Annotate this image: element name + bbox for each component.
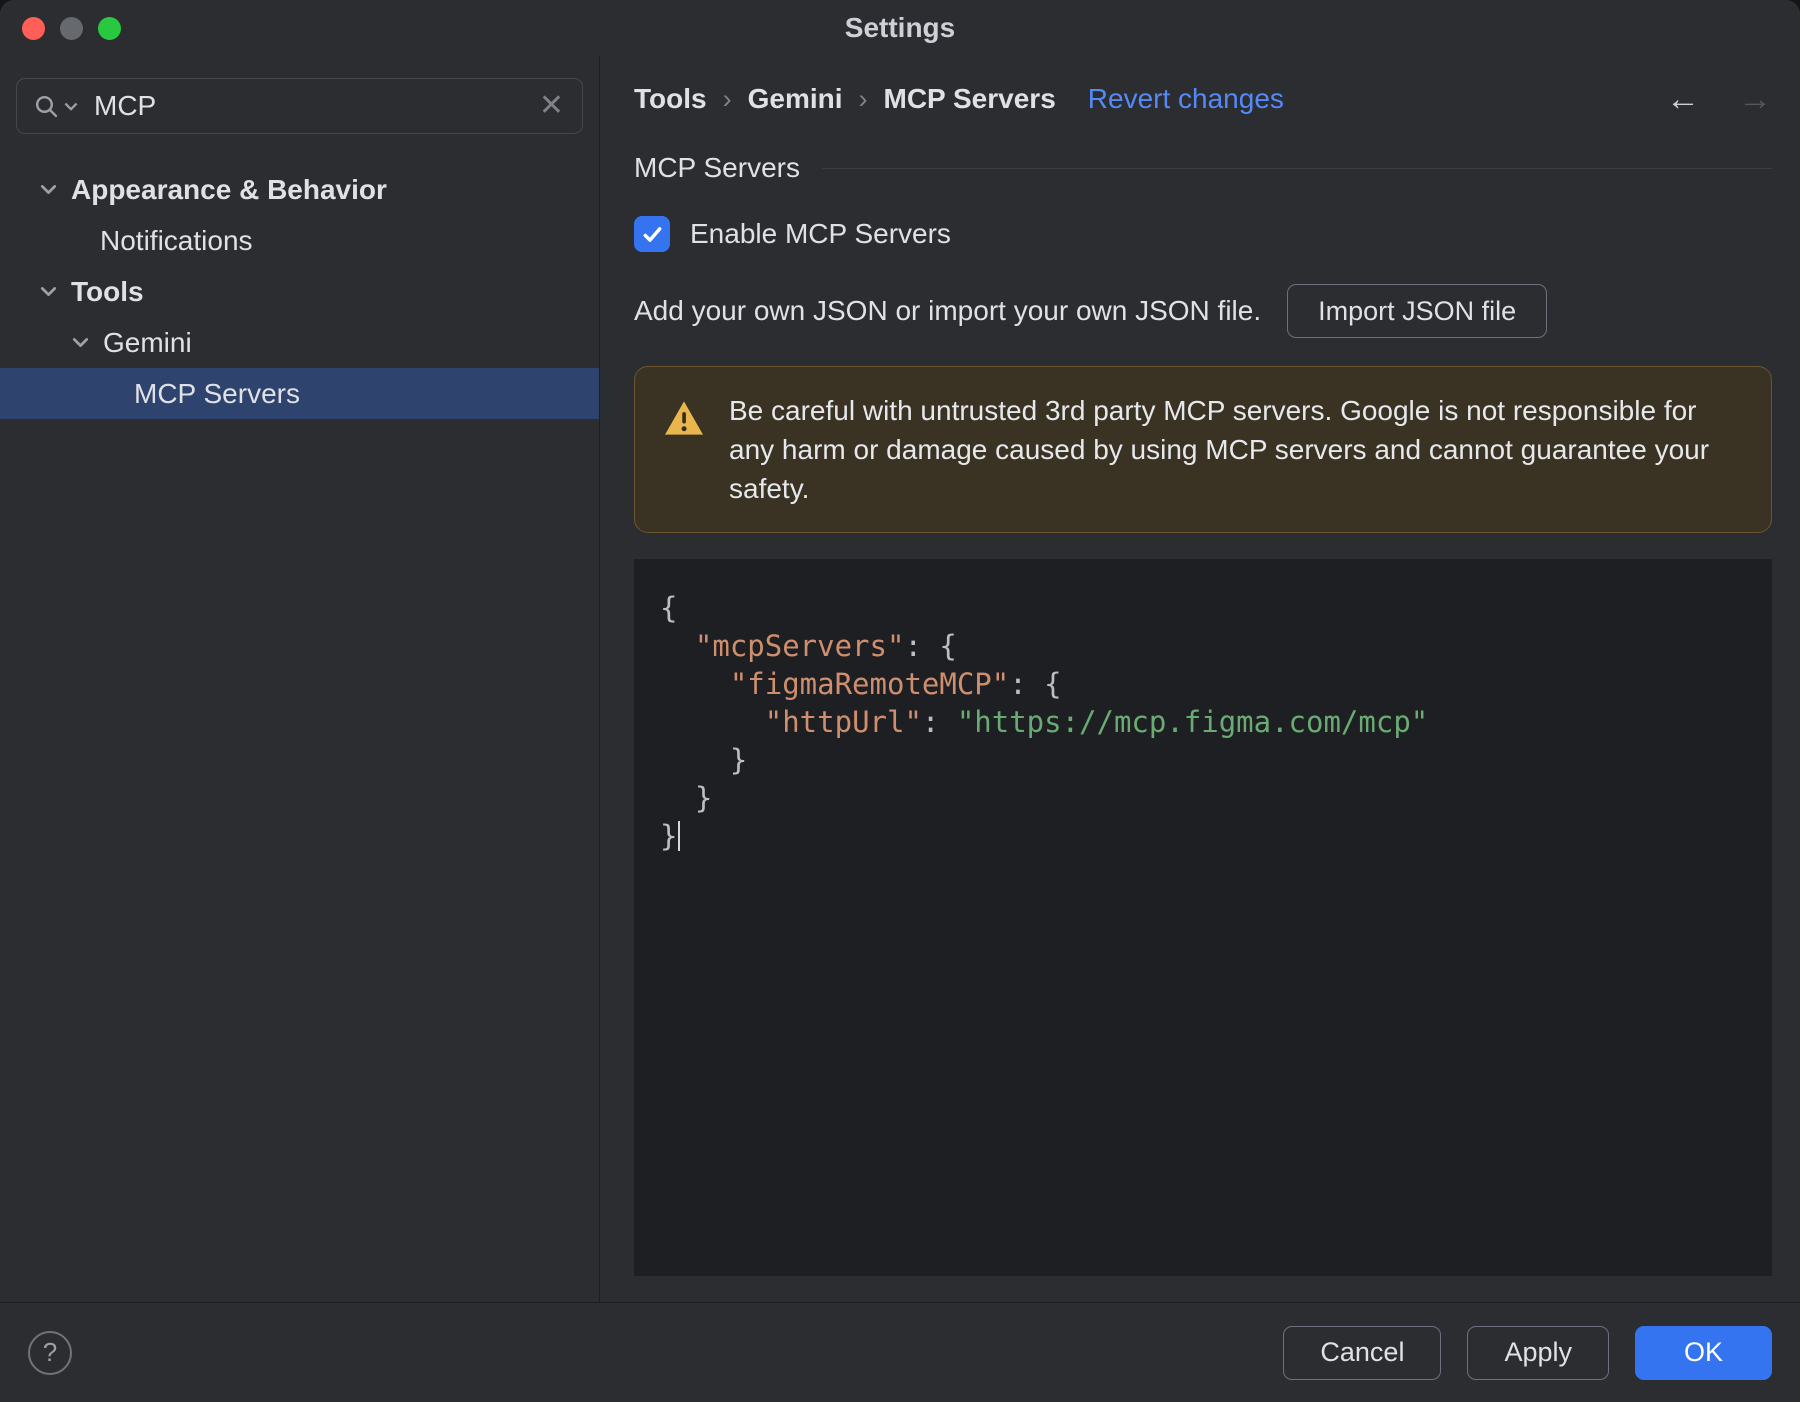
zoom-button[interactable] — [98, 16, 121, 40]
code-token: "httpUrl" — [764, 705, 922, 739]
enable-mcp-row: Enable MCP Servers — [634, 216, 1772, 252]
revert-changes-link[interactable]: Revert changes — [1088, 83, 1284, 115]
settings-tree: Appearance & Behavior Notifications Tool… — [0, 164, 599, 419]
chevron-down-icon[interactable] — [68, 330, 93, 355]
code-token: : { — [904, 629, 957, 663]
code-line: "figmaRemoteMCP": { — [660, 665, 1772, 703]
code-token: "mcpServers" — [694, 629, 905, 663]
sidebar-item-mcp-servers[interactable]: MCP Servers — [0, 368, 599, 419]
code-token: } — [660, 819, 678, 853]
search-icon[interactable] — [33, 93, 60, 120]
history-nav: ← → — [1666, 82, 1772, 116]
code-token: "figmaRemoteMCP" — [729, 667, 1010, 701]
search-field: ✕ — [16, 78, 583, 134]
titlebar: Settings — [0, 0, 1800, 56]
code-line: } — [660, 817, 1772, 855]
ok-button[interactable]: OK — [1634, 1325, 1772, 1380]
code-editor-lines: { "mcpServers": { "figmaRemoteMCP": { "h… — [660, 589, 1772, 855]
clear-search-icon[interactable]: ✕ — [537, 91, 566, 121]
search-options-chevron-icon[interactable] — [64, 101, 78, 112]
text-cursor — [678, 821, 681, 851]
breadcrumb-tools[interactable]: Tools — [634, 83, 707, 115]
cancel-button[interactable]: Cancel — [1283, 1325, 1442, 1380]
traffic-lights — [22, 0, 121, 56]
chevron-down-icon[interactable] — [36, 279, 61, 304]
sidebar-item-label: Tools — [71, 275, 144, 307]
breadcrumb-separator-icon: › — [722, 83, 732, 114]
warning-banner: Be careful with untrusted 3rd party MCP … — [634, 366, 1772, 533]
enable-mcp-label[interactable]: Enable MCP Servers — [690, 218, 951, 250]
enable-mcp-checkbox[interactable] — [634, 216, 670, 252]
code-token: } — [660, 781, 713, 815]
code-token: { — [660, 591, 678, 625]
sidebar-item-tools[interactable]: Tools — [0, 266, 599, 317]
settings-window: Settings ✕ Appearanc — [0, 0, 1800, 1402]
dialog-footer: ? Cancel Apply OK — [0, 1302, 1800, 1402]
chevron-down-icon[interactable] — [36, 177, 61, 202]
json-editor[interactable]: { "mcpServers": { "figmaRemoteMCP": { "h… — [634, 559, 1772, 1276]
code-token: "https://mcp.figma.com/mcp" — [956, 705, 1429, 739]
code-line: "mcpServers": { — [660, 627, 1772, 665]
apply-button[interactable]: Apply — [1467, 1325, 1609, 1380]
breadcrumb-mcp-servers[interactable]: MCP Servers — [884, 83, 1056, 115]
section-title: MCP Servers — [634, 152, 800, 183]
forward-arrow-icon[interactable]: → — [1738, 82, 1772, 116]
breadcrumb: Tools › Gemini › MCP Servers Revert chan… — [634, 82, 1772, 116]
sidebar-item-notifications[interactable]: Notifications — [0, 215, 599, 266]
import-row: Add your own JSON or import your own JSO… — [634, 284, 1772, 338]
code-line: } — [660, 741, 1772, 779]
sidebar-item-label: Gemini — [103, 326, 192, 358]
settings-content: Tools › Gemini › MCP Servers Revert chan… — [600, 56, 1800, 1302]
help-icon[interactable]: ? — [28, 1330, 72, 1375]
sidebar-item-appearance-behavior[interactable]: Appearance & Behavior — [0, 164, 599, 215]
code-token: : — [921, 705, 957, 739]
breadcrumb-gemini[interactable]: Gemini — [748, 83, 843, 115]
close-button[interactable] — [22, 16, 45, 40]
sidebar-item-gemini[interactable]: Gemini — [0, 317, 599, 368]
warning-text: Be careful with untrusted 3rd party MCP … — [729, 395, 1710, 504]
search-input[interactable] — [82, 90, 533, 122]
sidebar-item-label: MCP Servers — [134, 377, 300, 409]
code-token: : { — [1009, 667, 1062, 701]
code-line: { — [660, 589, 1772, 627]
checkmark-icon — [643, 226, 661, 242]
sidebar-item-label: Notifications — [100, 224, 253, 256]
warning-icon — [663, 399, 705, 508]
breadcrumb-separator-icon: › — [858, 83, 868, 114]
main-area: ✕ Appearance & Behavior Notifications To — [0, 56, 1800, 1302]
window-title: Settings — [844, 12, 956, 43]
section-divider — [821, 167, 1772, 169]
code-line: "httpUrl": "https://mcp.figma.com/mcp" — [660, 703, 1772, 741]
code-line: } — [660, 779, 1772, 817]
back-arrow-icon[interactable]: ← — [1666, 82, 1700, 116]
minimize-button[interactable] — [60, 16, 83, 40]
import-json-button[interactable]: Import JSON file — [1287, 284, 1548, 338]
sidebar: ✕ Appearance & Behavior Notifications To — [0, 56, 600, 1302]
code-token: } — [660, 743, 748, 777]
section-header: MCP Servers — [634, 152, 1772, 184]
sidebar-item-label: Appearance & Behavior — [71, 173, 387, 205]
import-hint-text: Add your own JSON or import your own JSO… — [634, 295, 1262, 326]
